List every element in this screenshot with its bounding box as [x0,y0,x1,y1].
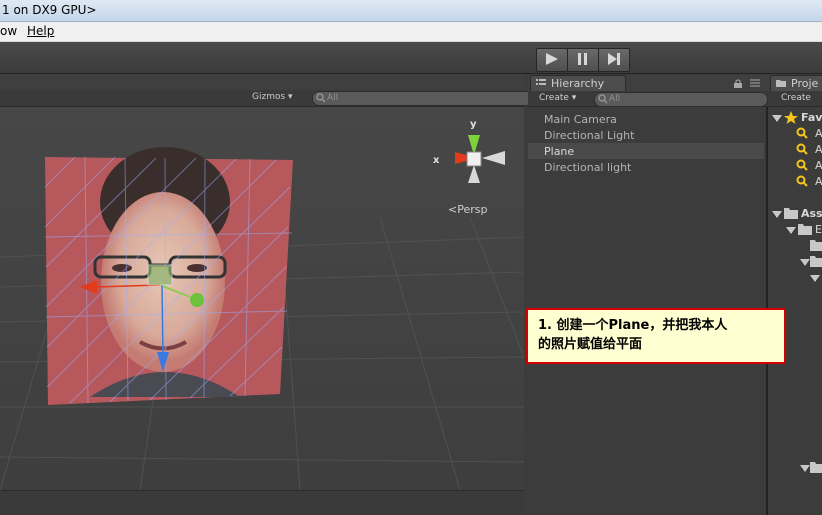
menu-item-window[interactable]: ow [0,24,17,38]
folder-icon [810,462,822,473]
scene-tab-strip [0,74,524,90]
search-icon [796,143,808,155]
scene-canvas[interactable]: y x <Persp [0,107,524,490]
favorites-label[interactable]: Fav [801,111,822,124]
folder-icon [810,240,822,251]
expand-arrow-icon[interactable] [786,225,796,235]
scene-status-strip [0,490,524,515]
hierarchy-search-input[interactable]: All [594,92,768,107]
project-create-button[interactable]: Create [781,93,811,103]
scene-view[interactable]: y x <Persp [0,107,524,490]
lock-icon[interactable] [734,79,742,88]
hierarchy-item-directional-light[interactable]: Directional Light [544,129,634,142]
toolbar [0,42,822,74]
expand-arrow-icon[interactable] [800,257,810,267]
play-icon [546,53,558,65]
hierarchy-item-plane[interactable]: Plane [544,145,574,158]
assets-label[interactable]: Ass [801,207,822,220]
step-icon [608,53,620,65]
step-button[interactable] [598,48,630,72]
expand-arrow-icon[interactable] [772,113,782,123]
panel-menu-icon[interactable] [750,79,760,87]
search-icon [598,94,608,104]
hierarchy-tab-strip: Hierarchy [528,75,768,91]
gizmos-dropdown[interactable]: Gizmos ▾ [252,92,293,105]
pause-button[interactable] [567,48,599,72]
window-title: 1 on DX9 GPU> [2,3,97,17]
play-button[interactable] [536,48,568,72]
scene-search-input[interactable]: All [312,91,533,106]
folder-icon [810,256,822,267]
svg-text:<Persp: <Persp [448,203,487,216]
menu-bar: ow Help [0,22,822,42]
scene-toolbar: Gizmos ▾ All [0,90,533,107]
annotation-line-2: 的照片赋值给平面 [538,337,643,352]
search-icon [316,93,326,103]
persp-label[interactable]: Persp [457,203,487,216]
pause-icon [578,53,587,65]
folder-icon [776,80,786,87]
star-icon [784,111,798,124]
expand-arrow-icon[interactable] [810,273,820,283]
expand-arrow-icon[interactable] [800,463,810,473]
hierarchy-list-icon [536,79,546,85]
annotation-line-1: 1. 创建一个Plane，并把我本人 [538,318,728,333]
folder-icon [798,224,812,235]
search-icon [796,127,808,139]
y-axis-handle [190,293,204,307]
svg-text:x: x [433,155,440,166]
menu-item-help[interactable]: Help [27,24,54,38]
hierarchy-item-main-camera[interactable]: Main Camera [544,113,617,126]
expand-arrow-icon[interactable] [772,209,782,219]
project-toolbar: Create [768,91,822,107]
window-title-bar: 1 on DX9 GPU> [0,0,822,22]
hierarchy-item-directional-light-2[interactable]: Directional light [544,161,631,174]
hierarchy-toolbar: Create ▾ All [528,91,768,107]
project-tab-strip: Proje [768,75,822,91]
folder-icon [784,208,798,219]
annotation-callout: 1. 创建一个Plane，并把我本人 的照片赋值给平面 [526,308,786,364]
search-icon [796,175,808,187]
svg-text:y: y [470,119,477,130]
hierarchy-create-button[interactable]: Create ▾ [539,93,576,103]
search-icon [796,159,808,171]
